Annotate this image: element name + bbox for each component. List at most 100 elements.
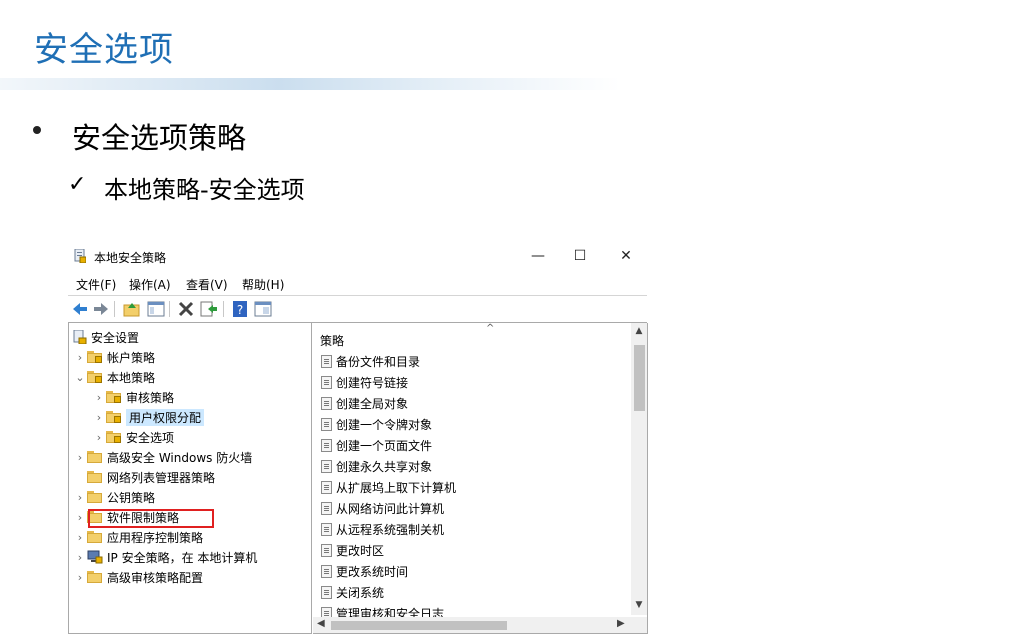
horizontal-scrollbar[interactable]: ◀ ▶ [313, 617, 631, 633]
list-item[interactable]: 创建符号链接 [321, 373, 408, 391]
column-header-policy[interactable]: 策略 [320, 332, 344, 349]
properties-icon[interactable] [254, 300, 272, 318]
policy-icon [321, 543, 332, 557]
help-icon[interactable]: ? [231, 300, 249, 318]
chevron-right-icon[interactable]: › [73, 451, 87, 464]
tree-item-audit-policy[interactable]: › 审核策略 [92, 388, 174, 406]
scroll-right-icon[interactable]: ▶ [617, 618, 625, 629]
scroll-down-icon[interactable]: ▼ [633, 600, 645, 610]
list-item-label: 从网络访问此计算机 [336, 501, 445, 516]
list-item-label: 备份文件和目录 [336, 354, 421, 369]
chevron-right-icon[interactable]: › [73, 551, 87, 564]
svg-text:?: ? [237, 303, 243, 317]
scroll-left-icon[interactable]: ◀ [317, 618, 325, 629]
policy-icon [321, 564, 332, 578]
list-item[interactable]: 从扩展坞上取下计算机 [321, 478, 456, 496]
folder-icon [87, 451, 103, 463]
tree-item-label: 帐户策略 [107, 350, 156, 365]
tree-item-label: 审核策略 [126, 390, 175, 405]
list-item-label: 创建全局对象 [336, 396, 409, 411]
toolbar: ? [68, 297, 647, 321]
menu-action[interactable]: 操作(A) [129, 276, 171, 293]
chevron-right-icon[interactable]: › [92, 391, 106, 404]
up-folder-icon[interactable] [123, 300, 141, 318]
tree-item-windows-firewall[interactable]: › 高级安全 Windows 防火墙 [73, 448, 252, 466]
menu-help[interactable]: 帮助(H) [242, 276, 284, 293]
tree-item-advanced-audit[interactable]: › 高级审核策略配置 [73, 568, 203, 586]
show-hide-tree-icon[interactable] [147, 300, 165, 318]
highlight-annotation-box [88, 509, 214, 528]
list-item-label: 从远程系统强制关机 [336, 522, 445, 537]
maximize-button[interactable]: ☐ [565, 246, 595, 266]
chevron-right-icon[interactable]: › [92, 431, 106, 444]
check-mark-icon: ✓ [68, 172, 87, 197]
vertical-scroll-thumb[interactable] [634, 345, 645, 411]
tree-item-account-policies[interactable]: › 帐户策略 [73, 348, 155, 366]
vertical-scrollbar[interactable]: ▲ ▼ [631, 323, 647, 615]
tree-item-label: 安全选项 [126, 430, 175, 445]
tree-item-user-rights-assignment[interactable]: › 用户权限分配 [92, 408, 205, 426]
policy-icon [321, 480, 332, 494]
bullet-heading: 安全选项策略 [72, 121, 247, 155]
chevron-right-icon[interactable]: › [73, 351, 87, 364]
policy-icon [321, 354, 332, 368]
tree-item-local-policies[interactable]: ⌄ 本地策略 [73, 368, 155, 386]
local-security-policy-window: 本地安全策略 — ☐ ✕ 文件(F) 操作(A) 查看(V) 帮助(H) ? 安… [68, 242, 648, 636]
close-button[interactable]: ✕ [611, 246, 641, 266]
list-item[interactable]: 更改时区 [321, 541, 384, 559]
toolbar-divider [114, 301, 115, 317]
tree-pane: 安全设置 › 帐户策略 ⌄ 本地策略 › 审核策略 › 用户权限分配 › 安全选… [68, 323, 312, 634]
tree-item-network-list-manager[interactable]: 网络列表管理器策略 [73, 468, 215, 486]
title-bar[interactable]: 本地安全策略 — ☐ ✕ [68, 242, 647, 270]
bullet-dot-icon [33, 126, 41, 134]
horizontal-scroll-thumb[interactable] [331, 621, 507, 630]
policy-icon [321, 438, 332, 452]
list-item[interactable]: 从远程系统强制关机 [321, 520, 444, 538]
list-item[interactable]: 备份文件和目录 [321, 352, 420, 370]
security-settings-icon [73, 330, 87, 344]
minimize-button[interactable]: — [523, 246, 553, 266]
export-list-icon[interactable] [200, 300, 218, 318]
chevron-down-icon[interactable]: ⌄ [73, 371, 87, 384]
list-item[interactable]: 创建一个令牌对象 [321, 415, 432, 433]
chevron-right-icon[interactable]: › [92, 411, 106, 424]
tree-item-security-settings[interactable]: 安全设置 [73, 328, 139, 346]
list-item[interactable]: 创建永久共享对象 [321, 457, 432, 475]
menu-file[interactable]: 文件(F) [76, 276, 116, 293]
tree-item-app-control[interactable]: › 应用程序控制策略 [73, 528, 203, 546]
menu-divider [68, 295, 647, 296]
list-item[interactable]: 从网络访问此计算机 [321, 499, 444, 517]
list-item[interactable]: 更改系统时间 [321, 562, 408, 580]
policy-icon [321, 459, 332, 473]
toolbar-divider [223, 301, 224, 317]
list-item[interactable]: 关闭系统 [321, 583, 384, 601]
scroll-up-icon[interactable]: ▲ [633, 326, 645, 336]
chevron-right-icon[interactable]: › [73, 571, 87, 584]
delete-icon[interactable] [177, 300, 195, 318]
list-item[interactable]: 创建全局对象 [321, 394, 408, 412]
tree-item-label: IP 安全策略，在 本地计算机 [107, 550, 258, 565]
menu-bar: 文件(F) 操作(A) 查看(V) 帮助(H) [68, 274, 647, 294]
menu-view[interactable]: 查看(V) [186, 276, 228, 293]
tree-item-ip-security[interactable]: › IP 安全策略，在 本地计算机 [73, 548, 257, 566]
back-arrow-icon[interactable] [71, 300, 89, 318]
tree-item-security-options[interactable]: › 安全选项 [92, 428, 174, 446]
ip-security-icon [87, 550, 103, 564]
forward-arrow-icon[interactable] [92, 300, 110, 318]
list-item-label: 更改时区 [336, 543, 385, 558]
chevron-right-icon[interactable]: › [73, 511, 87, 524]
tree-item-public-key-policies[interactable]: › 公钥策略 [73, 488, 155, 506]
policy-icon [321, 501, 332, 515]
local-security-policy-app-icon [74, 249, 86, 263]
chevron-right-icon[interactable]: › [73, 491, 87, 504]
tree-item-label: 用户权限分配 [126, 408, 205, 426]
window-title: 本地安全策略 [94, 251, 167, 265]
tree-item-label: 网络列表管理器策略 [107, 470, 216, 485]
chevron-right-icon[interactable]: › [73, 531, 87, 544]
folder-icon [87, 531, 103, 543]
policy-icon [321, 522, 332, 536]
list-item[interactable]: 创建一个页面文件 [321, 436, 432, 454]
policy-icon [321, 417, 332, 431]
folder-icon [87, 491, 103, 503]
list-item-label: 更改系统时间 [336, 564, 409, 579]
